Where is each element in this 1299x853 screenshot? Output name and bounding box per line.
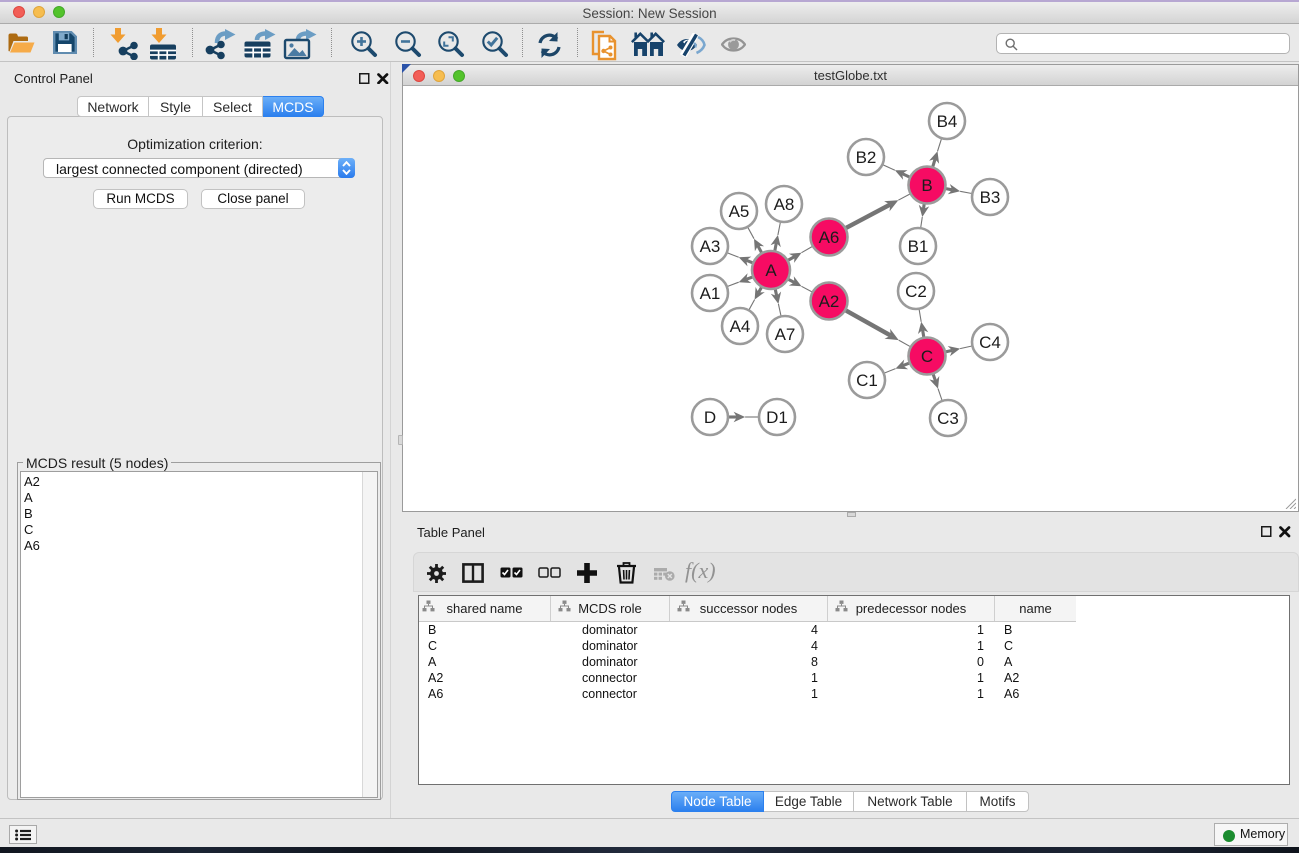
svg-text:A2: A2: [819, 292, 840, 311]
svg-text:C2: C2: [905, 282, 927, 301]
svg-text:C: C: [921, 347, 933, 366]
svg-text:B1: B1: [908, 237, 929, 256]
svg-text:D: D: [704, 408, 716, 427]
svg-text:C3: C3: [937, 409, 959, 428]
svg-text:B4: B4: [937, 112, 958, 131]
svg-text:C1: C1: [856, 371, 878, 390]
svg-text:B: B: [921, 176, 932, 195]
svg-text:A3: A3: [700, 237, 721, 256]
svg-text:C4: C4: [979, 333, 1001, 352]
svg-text:A: A: [765, 261, 777, 280]
svg-text:A5: A5: [729, 202, 750, 221]
svg-text:D1: D1: [766, 408, 788, 427]
svg-text:A8: A8: [774, 195, 795, 214]
svg-text:B3: B3: [980, 188, 1001, 207]
svg-text:A1: A1: [700, 284, 721, 303]
svg-text:A6: A6: [819, 228, 840, 247]
svg-text:A4: A4: [730, 317, 751, 336]
svg-text:B2: B2: [856, 148, 877, 167]
svg-text:A7: A7: [775, 325, 796, 344]
